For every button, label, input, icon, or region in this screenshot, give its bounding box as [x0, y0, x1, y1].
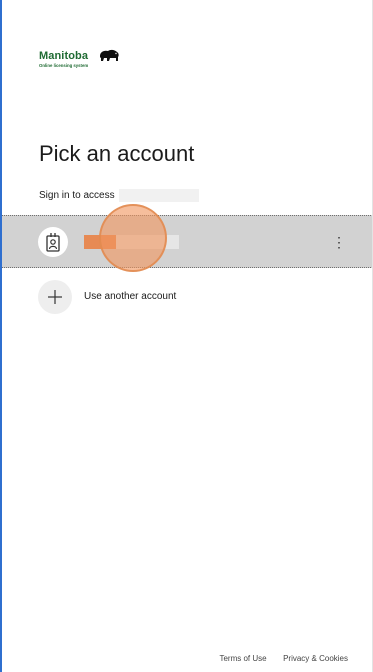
plus-circle [38, 280, 72, 314]
brand-logo: Manitoba Online licensing system [39, 49, 159, 74]
plus-icon [48, 290, 62, 304]
subtitle-text: Sign in to access [39, 190, 115, 202]
use-another-account-label: Use another account [84, 291, 177, 302]
touch-indicator [99, 204, 167, 272]
sign-in-subtitle: Sign in to access [39, 189, 200, 202]
bison-icon [100, 49, 119, 61]
terms-of-use-link[interactable]: Terms of Use [219, 654, 266, 663]
privacy-cookies-link[interactable]: Privacy & Cookies [283, 654, 348, 663]
more-options-icon[interactable]: ⋮ [332, 232, 346, 252]
footer-links: Terms of Use Privacy & Cookies [219, 654, 348, 663]
login-window: Manitoba Online licensing system Pick an… [0, 0, 373, 672]
account-avatar [38, 227, 68, 257]
redacted-app-name [119, 189, 200, 202]
brand-name: Manitoba [39, 50, 89, 62]
use-another-account-button[interactable]: Use another account [38, 280, 288, 314]
brand-tagline: Online licensing system [39, 63, 89, 68]
account-tile[interactable]: ⋮ [2, 215, 372, 268]
page-title: Pick an account [39, 141, 195, 166]
id-badge-icon [46, 233, 60, 252]
